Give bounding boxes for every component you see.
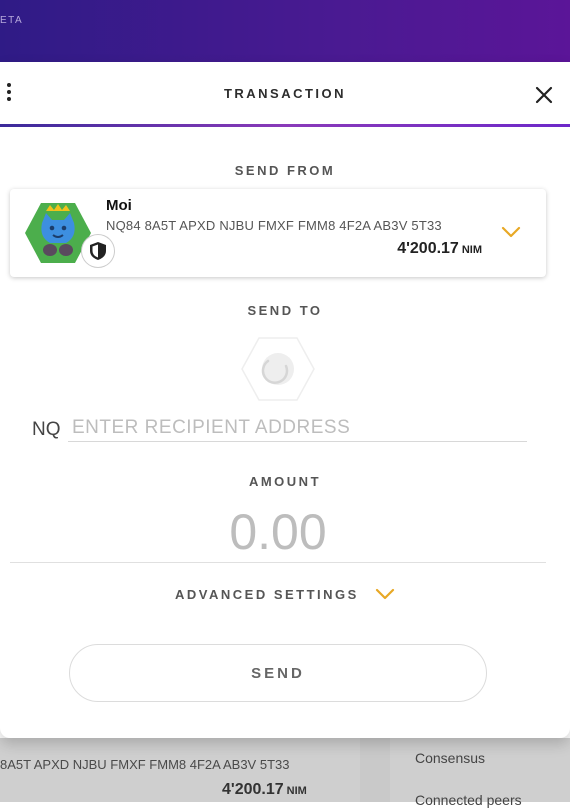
nq-prefix: NQ	[32, 419, 61, 440]
app-top-bar: ETA	[0, 0, 570, 62]
shield-icon	[82, 235, 114, 267]
background-balance-unit: NIM	[286, 785, 307, 797]
background-account-address: 8A5T APXD NJBU FMXF FMM8 4F2A AB3V 5T33	[0, 757, 290, 772]
background-peers-label: Connected peers	[415, 792, 522, 808]
send-button[interactable]: SEND	[69, 644, 487, 702]
amount-input[interactable]	[10, 502, 546, 563]
chevron-down-icon[interactable]	[500, 225, 522, 239]
sender-account-selector[interactable]: Moi NQ84 8A5T APXD NJBU FMXF FMM8 4F2A A…	[10, 189, 546, 277]
amount-label: AMOUNT	[248, 474, 322, 489]
balance-unit: NIM	[461, 244, 482, 256]
header-gradient-line	[0, 124, 570, 127]
account-address: NQ84 8A5T APXD NJBU FMXF FMM8 4F2A AB3V …	[106, 218, 442, 233]
send-to-label: SEND TO	[247, 303, 323, 318]
background-account-panel: 8A5T APXD NJBU FMXF FMM8 4F2A AB3V 5T33 …	[0, 738, 360, 802]
background-account-balance: 4'200.17 NIM	[222, 781, 307, 799]
background-consensus-label: Consensus	[415, 750, 486, 766]
advanced-settings-toggle[interactable]: ADVANCED SETTINGS	[0, 587, 570, 602]
recipient-address-input[interactable]	[68, 415, 527, 442]
background-wallet-area: 8A5T APXD NJBU FMXF FMM8 4F2A AB3V 5T33 …	[0, 738, 570, 808]
transaction-modal: TRANSACTION SEND FROM Moi NQ84 8A5T APXD…	[0, 62, 570, 738]
advanced-settings-label: ADVANCED SETTINGS	[175, 587, 359, 602]
background-balance-value: 4'200.17	[222, 781, 284, 798]
modal-header: TRANSACTION	[0, 62, 570, 124]
account-balance: 4'200.17 NIM	[310, 240, 482, 258]
send-from-label: SEND FROM	[234, 163, 336, 178]
modal-title: TRANSACTION	[223, 86, 347, 101]
balance-value: 4'200.17	[397, 240, 459, 257]
chevron-down-icon	[375, 588, 395, 600]
hexagon-placeholder-icon	[241, 337, 315, 401]
account-name: Moi	[106, 197, 132, 214]
background-network-panel: Consensus Connected peers	[390, 738, 570, 808]
close-icon[interactable]	[533, 84, 555, 106]
beta-label: ETA	[0, 15, 24, 26]
